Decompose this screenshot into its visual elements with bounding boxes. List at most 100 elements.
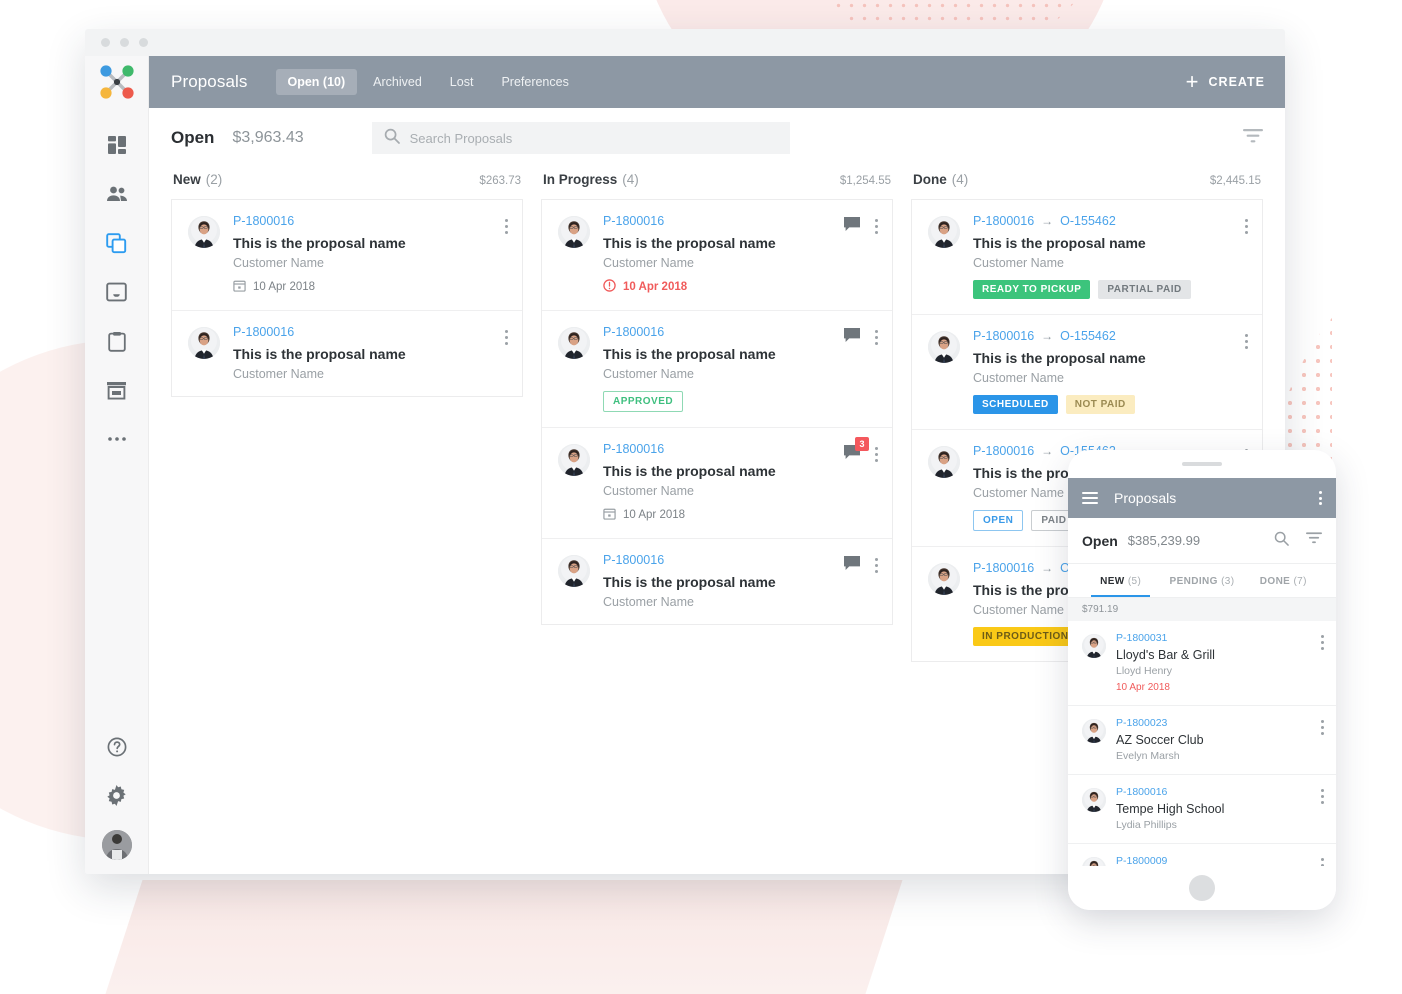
proposal-card[interactable]: P-1800016 This is the proposal name Custom…: [542, 428, 892, 539]
card-proposal-id[interactable]: P-1800016: [233, 325, 294, 339]
phone-item-menu-icon[interactable]: [1320, 855, 1324, 866]
phone-tab-done[interactable]: DONE (7): [1243, 564, 1324, 597]
card-order-id[interactable]: O-155462: [1060, 329, 1116, 343]
phone-search-icon[interactable]: [1274, 531, 1289, 551]
tab-lost[interactable]: Lost: [438, 69, 486, 95]
sidebar-item-settings[interactable]: [104, 782, 130, 808]
comment-icon[interactable]: 3: [843, 437, 869, 465]
card-menu-icon[interactable]: [874, 555, 878, 573]
card-customer: Customer Name: [603, 256, 694, 270]
sidebar-item-inbox[interactable]: [104, 279, 130, 305]
card-proposal-id[interactable]: P-1800016: [973, 329, 1034, 343]
phone-item-id[interactable]: P-1800023: [1116, 717, 1320, 729]
card-proposal-id[interactable]: P-1800016: [973, 214, 1034, 228]
card-menu-icon[interactable]: [874, 444, 878, 462]
phone-amount: $385,239.99: [1127, 533, 1201, 548]
comment-icon[interactable]: [843, 327, 861, 348]
phone-title: Proposals: [1114, 490, 1177, 506]
tab-preferences[interactable]: Preferences: [489, 69, 580, 95]
tab-archived[interactable]: Archived: [361, 69, 434, 95]
calendar-icon: [603, 507, 616, 523]
proposal-card[interactable]: P-1800016 → O-155462 This is the proposal n…: [912, 200, 1262, 315]
sidebar-item-tasks[interactable]: [104, 328, 130, 354]
window-close-dot[interactable]: [101, 38, 110, 47]
phone-tab-new-label: NEW: [1100, 576, 1125, 587]
card-id-row: P-1800016: [603, 325, 833, 339]
card-menu-icon[interactable]: [1244, 216, 1248, 234]
phone-item-menu-icon[interactable]: [1320, 632, 1324, 650]
card-menu-icon[interactable]: [504, 216, 508, 234]
phone-item-menu-icon[interactable]: [1320, 717, 1324, 735]
comment-icon[interactable]: [843, 555, 861, 576]
window-maximize-dot[interactable]: [139, 38, 148, 47]
card-proposal-id[interactable]: P-1800016: [603, 553, 664, 567]
phone-filter-icon[interactable]: [1306, 531, 1322, 551]
sidebar-item-help[interactable]: [104, 734, 130, 760]
home-button[interactable]: [1189, 875, 1215, 901]
card-id-row: P-1800016: [233, 214, 494, 228]
card-proposal-id[interactable]: P-1800016: [603, 442, 664, 456]
filter-icon[interactable]: [1243, 128, 1263, 148]
card-id-row: P-1800016: [603, 553, 833, 567]
phone-list-item[interactable]: P-1800023 AZ Soccer Club Evelyn Marsh: [1068, 706, 1336, 775]
column-count: (2): [205, 172, 223, 187]
card-menu-icon[interactable]: [1244, 331, 1248, 349]
card-proposal-id[interactable]: P-1800016: [973, 444, 1034, 458]
card-proposal-id[interactable]: P-1800016: [603, 214, 664, 228]
proposal-card[interactable]: P-1800016 This is the proposal name Custom…: [172, 311, 522, 396]
hamburger-icon[interactable]: [1082, 492, 1098, 504]
search-input[interactable]: [409, 130, 778, 146]
card-proposal-id[interactable]: P-1800016: [233, 214, 294, 228]
window-titlebar: [85, 29, 1285, 56]
phone-list-item[interactable]: P-1800016 Tempe High School Lydia Phillips: [1068, 775, 1336, 844]
comment-icon[interactable]: [843, 216, 861, 237]
phone-tab-pending[interactable]: PENDING (3): [1161, 564, 1242, 597]
phone-item-id[interactable]: P-1800031: [1116, 632, 1320, 644]
plus-icon: +: [1185, 69, 1200, 94]
sidebar-item-customers[interactable]: [104, 181, 130, 207]
sidebar-user-avatar[interactable]: [101, 830, 132, 860]
card-menu-icon[interactable]: [874, 216, 878, 234]
proposal-card[interactable]: P-1800016 This is the proposal name Custom…: [542, 200, 892, 311]
decor-mask-right: [1332, 0, 1402, 994]
phone-speaker: [1182, 462, 1222, 466]
sidebar-item-store[interactable]: [104, 377, 130, 403]
phone-item-menu-icon[interactable]: [1320, 786, 1324, 804]
total-amount: $3,963.43: [232, 129, 304, 146]
column-card-list: P-1800016 This is the proposal name Custom…: [541, 199, 893, 625]
card-menu-icon[interactable]: [504, 327, 508, 345]
status-badge: READY TO PICKUP: [973, 280, 1091, 299]
phone-kebab-icon[interactable]: [1319, 491, 1322, 505]
card-proposal-id[interactable]: P-1800016: [973, 561, 1034, 575]
proposal-card[interactable]: P-1800016 → O-155462 This is the proposal n…: [912, 315, 1262, 430]
phone-list-item[interactable]: P-1800009: [1068, 844, 1336, 866]
phone-tab-new[interactable]: NEW (5): [1080, 564, 1161, 597]
card-customer: Customer Name: [233, 256, 324, 270]
app-logo[interactable]: [85, 56, 149, 108]
sidebar-nav-top: [104, 132, 130, 452]
proposal-card[interactable]: P-1800016 This is the proposal name Custom…: [542, 311, 892, 428]
card-avatar: [558, 327, 590, 359]
card-order-id[interactable]: O-155462: [1060, 214, 1116, 228]
tab-open[interactable]: Open (10): [275, 69, 358, 95]
card-title: This is the proposal name: [973, 350, 1146, 366]
card-avatar: [558, 216, 590, 248]
sidebar-item-more[interactable]: [104, 426, 130, 452]
card-avatar: [928, 446, 960, 478]
phone-list-item[interactable]: P-1800031 Lloyd's Bar & Grill Lloyd Henry 1…: [1068, 621, 1336, 706]
phone-item-id[interactable]: P-1800009: [1116, 855, 1320, 866]
proposal-card[interactable]: P-1800016 This is the proposal name Custom…: [542, 539, 892, 624]
search-box[interactable]: [371, 122, 790, 154]
proposal-card[interactable]: P-1800016 This is the proposal name Custom…: [172, 200, 522, 311]
card-menu-icon[interactable]: [874, 327, 878, 345]
phone-item-id[interactable]: P-1800016: [1116, 786, 1320, 798]
card-avatar: [558, 555, 590, 587]
create-button[interactable]: + CREATE: [1186, 71, 1265, 93]
window-minimize-dot[interactable]: [120, 38, 129, 47]
sidebar-item-dashboard[interactable]: [104, 132, 130, 158]
kanban-column: In Progress (4) $1,254.55 P-1800016 This is …: [541, 168, 893, 874]
card-badges: SCHEDULED NOT PAID: [973, 395, 1234, 414]
card-proposal-id[interactable]: P-1800016: [603, 325, 664, 339]
sidebar-item-proposals[interactable]: [104, 230, 130, 256]
column-header: New (2) $263.73: [171, 168, 523, 199]
